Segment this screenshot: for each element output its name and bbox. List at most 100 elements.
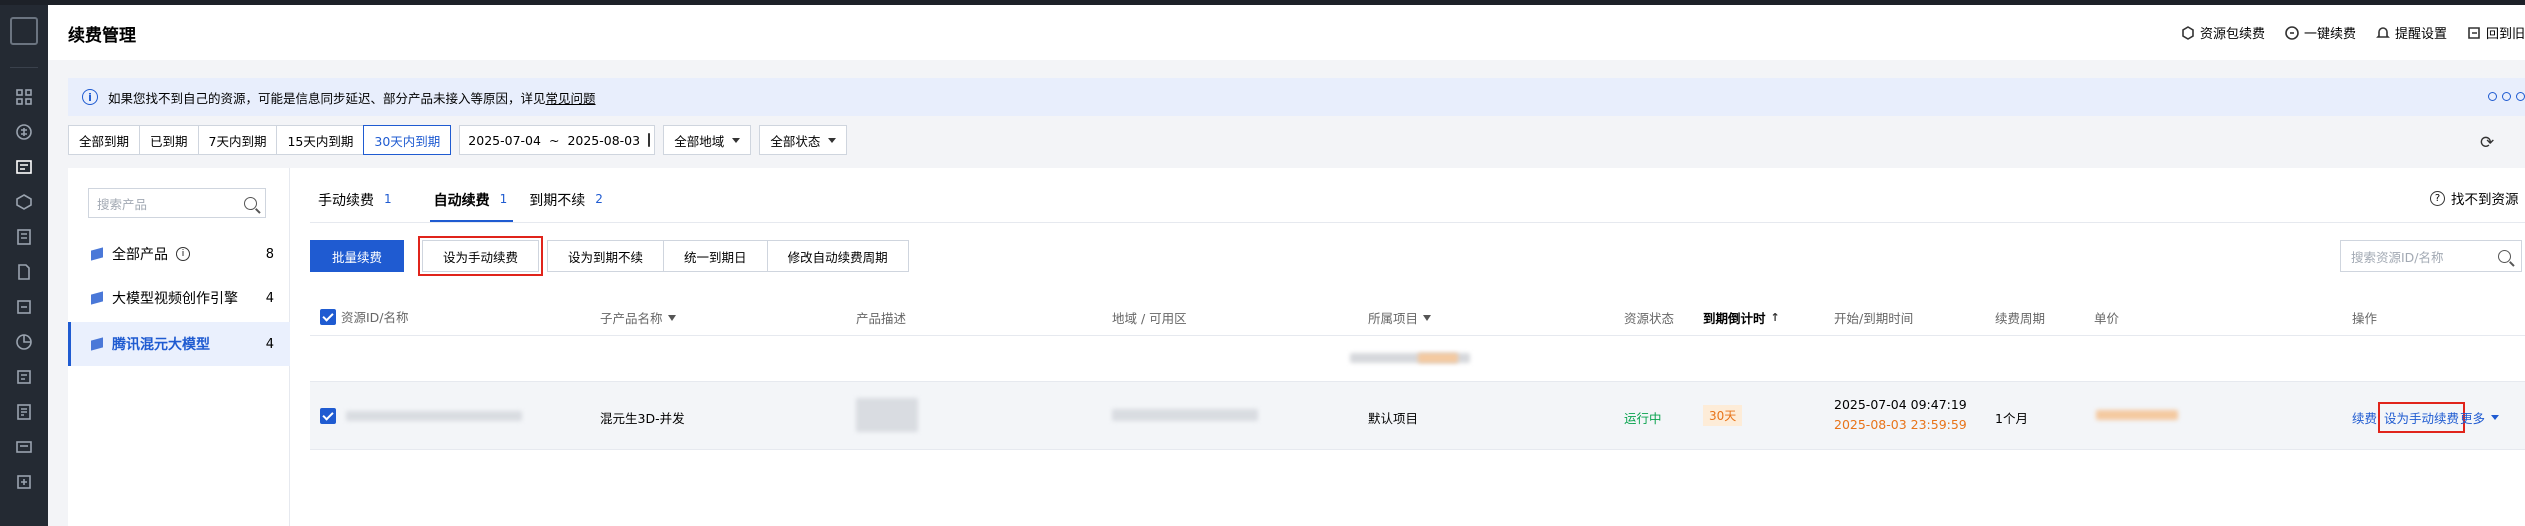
tab-label: 自动续费: [433, 193, 490, 209]
page-title: 续费管理: [68, 26, 136, 46]
document-icon[interactable]: [14, 262, 34, 282]
tabs-divider: [310, 222, 2525, 223]
back-icon: [2468, 26, 2480, 39]
sidebar-item-count: 4: [265, 290, 274, 306]
blurred-group-tag: [1418, 353, 1458, 363]
cube-icon: [90, 291, 104, 305]
package-icon[interactable]: [14, 192, 34, 212]
sort-arrow-icon[interactable]: ↑: [1771, 311, 1780, 324]
row-checkbox[interactable]: [320, 408, 336, 424]
column-time: 开始/到期时间: [1834, 308, 1913, 327]
period-expired[interactable]: 已到期: [140, 126, 199, 154]
column-header: 开始/到期时间: [1834, 311, 1914, 326]
nav-divider: [10, 67, 38, 68]
column-actions: 操作: [2352, 308, 2377, 327]
filter-icon[interactable]: [1423, 314, 1432, 321]
tab-label: 到期不续: [529, 193, 586, 209]
table-header: 资源ID/名称 子产品名称 产品描述 地域 / 可用区 所属项目 资源状态 到期…: [310, 296, 2525, 336]
column-status: 资源状态: [1624, 308, 1674, 327]
faq-link[interactable]: 常见问题: [546, 88, 596, 107]
carousel-dot[interactable]: [2502, 92, 2511, 101]
contract-icon[interactable]: [14, 402, 34, 422]
tab-manual-renew[interactable]: 手动续费 1: [318, 190, 414, 222]
back-to-old-link[interactable]: 回到旧: [2467, 23, 2525, 42]
tab-label: 手动续费: [318, 193, 374, 209]
select-all-checkbox[interactable]: [320, 308, 336, 325]
pie-chart-icon[interactable]: [14, 332, 34, 352]
date-separator: ~: [548, 132, 560, 148]
package-renew-link[interactable]: 资源包续费: [2181, 23, 2265, 42]
one-click-renew-link[interactable]: 一键续费: [2285, 23, 2356, 42]
filter-icon[interactable]: [667, 314, 676, 321]
period-all[interactable]: 全部到期: [69, 126, 141, 154]
product-search-input[interactable]: 搜索产品: [88, 188, 266, 218]
sidebar-item-label: 全部产品: [112, 247, 168, 263]
sub-product-name: 混元生3D-并发: [600, 411, 685, 426]
column-header: 操作: [2352, 311, 2378, 326]
sidebar-item-video-engine[interactable]: 大模型视频创作引擎 4: [68, 276, 290, 320]
carousel-dot[interactable]: [2488, 92, 2497, 101]
scan-icon[interactable]: [14, 297, 34, 317]
carousel-dot[interactable]: [2516, 92, 2525, 101]
column-header: 单价: [2094, 311, 2120, 326]
cube-icon: [90, 247, 104, 261]
sidebar-item-all-products[interactable]: 全部产品 i 8: [68, 232, 290, 276]
grid-icon[interactable]: [14, 87, 34, 107]
date-range-picker[interactable]: 2025-07-04 ~ 2025-08-03: [459, 125, 656, 155]
column-period: 续费周期: [1995, 308, 2045, 327]
refresh-icon[interactable]: ⟳: [2480, 133, 2494, 153]
status-select[interactable]: 全部状态: [759, 125, 848, 155]
cube-icon: [2182, 25, 2194, 40]
set-no-renew-button[interactable]: 设为到期不续: [547, 240, 665, 272]
filter-bar: 全部到期 已到期 7天内到期 15天内到期 30天内到期 2025-07-04 …: [68, 124, 848, 156]
status-badge: 运行中: [1624, 411, 1662, 426]
batch-renew-button[interactable]: 批量续费: [310, 240, 405, 272]
modify-renew-period-button[interactable]: 修改自动续费周期: [766, 240, 909, 272]
help-link-label: 找不到资源: [2451, 192, 2519, 208]
row-renew-link[interactable]: 续费: [2352, 408, 2377, 427]
column-header: 资源ID/名称: [341, 310, 409, 325]
reminder-settings-link[interactable]: 提醒设置: [2376, 23, 2447, 42]
export-icon[interactable]: [14, 472, 34, 492]
sidebar-item-label: 大模型视频创作引擎: [112, 291, 238, 307]
column-header: 地域 / 可用区: [1112, 311, 1187, 326]
console-logo-icon[interactable]: [10, 17, 38, 45]
billing-icon[interactable]: [14, 122, 34, 142]
expiry-period-segment: 全部到期 已到期 7天内到期 15天内到期 30天内到期: [68, 125, 452, 155]
info-icon[interactable]: i: [176, 247, 190, 261]
sidebar-item-hunyuan[interactable]: 腾讯混元大模型 4: [68, 322, 290, 366]
carousel-dots: [2488, 92, 2525, 101]
product-search-placeholder: 搜索产品: [97, 196, 148, 212]
action-toolbar: 批量续费 设为手动续费 设为到期不续 统一到期日 修改自动续费周期: [310, 236, 909, 276]
one-click-renew-label: 一键续费: [2303, 27, 2356, 42]
row-set-manual-renew-link[interactable]: 设为手动续费: [2377, 402, 2466, 433]
tab-auto-renew[interactable]: 自动续费 1: [429, 190, 514, 222]
period-7-days[interactable]: 7天内到期: [199, 126, 278, 154]
order-icon[interactable]: [14, 227, 34, 247]
blurred-description: [856, 398, 918, 432]
tab-no-renew[interactable]: 到期不续 2: [529, 190, 625, 222]
end-time: 2025-08-03 23:59:59: [1834, 417, 1967, 432]
invoice-icon[interactable]: [14, 367, 34, 387]
resource-search-input[interactable]: 搜索资源ID/名称: [2340, 240, 2522, 272]
tab-count: 1: [499, 192, 508, 206]
unify-expiry-button[interactable]: 统一到期日: [663, 240, 768, 272]
period-30-days[interactable]: 30天内到期: [363, 125, 452, 155]
set-manual-renew-button[interactable]: 设为手动续费: [418, 236, 544, 276]
chevron-down-icon: [828, 137, 837, 143]
renewal-icon[interactable]: [0, 151, 48, 183]
cannot-find-resource-link[interactable]: ? 找不到资源: [2430, 188, 2519, 208]
column-header: 产品描述: [856, 311, 907, 326]
message-icon[interactable]: [14, 437, 34, 457]
column-countdown[interactable]: 到期倒计时 ↑: [1703, 308, 1780, 327]
region-select[interactable]: 全部地域: [663, 125, 752, 155]
sidebar-item-label: 腾讯混元大模型: [112, 337, 210, 353]
row-more-menu[interactable]: 更多: [2460, 408, 2500, 427]
column-sub-product: 子产品名称: [600, 308, 676, 327]
renew-circle-icon: [2285, 25, 2299, 40]
group-row: [310, 336, 2525, 382]
column-header: 到期倒计时: [1703, 311, 1766, 326]
period-15-days[interactable]: 15天内到期: [277, 126, 365, 154]
cube-icon: [90, 337, 104, 351]
calendar-icon: [648, 133, 651, 147]
